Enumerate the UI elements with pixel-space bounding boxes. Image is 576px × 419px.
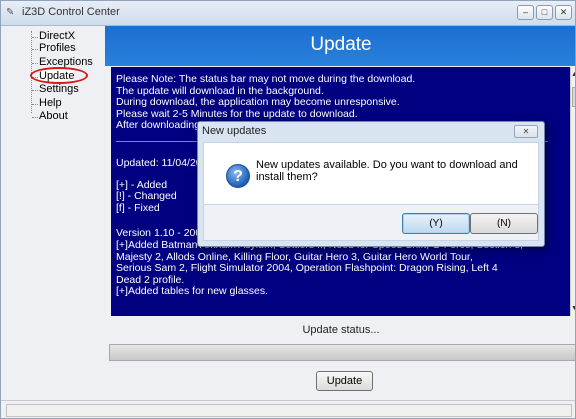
update-progress-bar (109, 344, 575, 361)
log-note-line: Please Note: The status bar may not move… (116, 73, 416, 85)
selection-highlight-ring (30, 67, 88, 84)
scroll-down-icon[interactable]: ▼ (571, 305, 575, 312)
close-icon[interactable]: ✕ (555, 5, 572, 20)
nav-item-help[interactable]: Help (32, 97, 62, 109)
dialog-body: ? New updates available. Do you want to … (203, 142, 539, 205)
no-button[interactable]: (N) (470, 213, 538, 234)
nav-item-about[interactable]: About (32, 110, 68, 122)
dialog-title: New updates (202, 125, 267, 137)
app-logo-icon: ✎ (6, 7, 15, 18)
yes-button[interactable]: (Y) (402, 213, 470, 234)
nav-item-profiles[interactable]: Profiles (32, 42, 76, 54)
dialog-message: New updates available. Do you want to do… (256, 159, 518, 183)
status-bar (1, 400, 575, 418)
nav-item-exceptions[interactable]: Exceptions (32, 56, 93, 68)
window-title: iZ3D Control Center (22, 6, 120, 18)
update-button[interactable]: Update (316, 371, 373, 391)
update-status-label: Update status... (302, 324, 380, 336)
log-change-line: Serious Sam 2, Flight Simulator 2004, Op… (116, 262, 498, 275)
dialog-button-row: (Y) (N) (203, 205, 539, 241)
dialog-close-icon[interactable]: ✕ (514, 125, 538, 138)
scroll-up-icon[interactable]: ▲ (571, 71, 575, 78)
main-window: ✎ iZ3D Control Center – □ ✕ DirectX Prof… (0, 0, 576, 419)
question-icon: ? (226, 164, 250, 188)
maximize-icon[interactable]: □ (536, 5, 553, 20)
minimize-icon[interactable]: – (517, 5, 534, 20)
title-bar[interactable]: ✎ iZ3D Control Center – □ ✕ (1, 1, 575, 26)
new-updates-dialog: New updates ✕ ? New updates available. D… (197, 121, 545, 247)
log-scrollbar[interactable]: ▲ ▼ (570, 67, 575, 316)
page-title: Update (310, 34, 372, 55)
scroll-thumb[interactable] (572, 87, 575, 107)
nav-item-directx[interactable]: DirectX (31, 30, 75, 42)
page-header: Update (105, 26, 575, 66)
log-change-line: [+]Added tables for new glasses. (116, 285, 269, 298)
status-bar-field (6, 404, 572, 417)
nav-item-settings[interactable]: Settings (32, 83, 79, 95)
